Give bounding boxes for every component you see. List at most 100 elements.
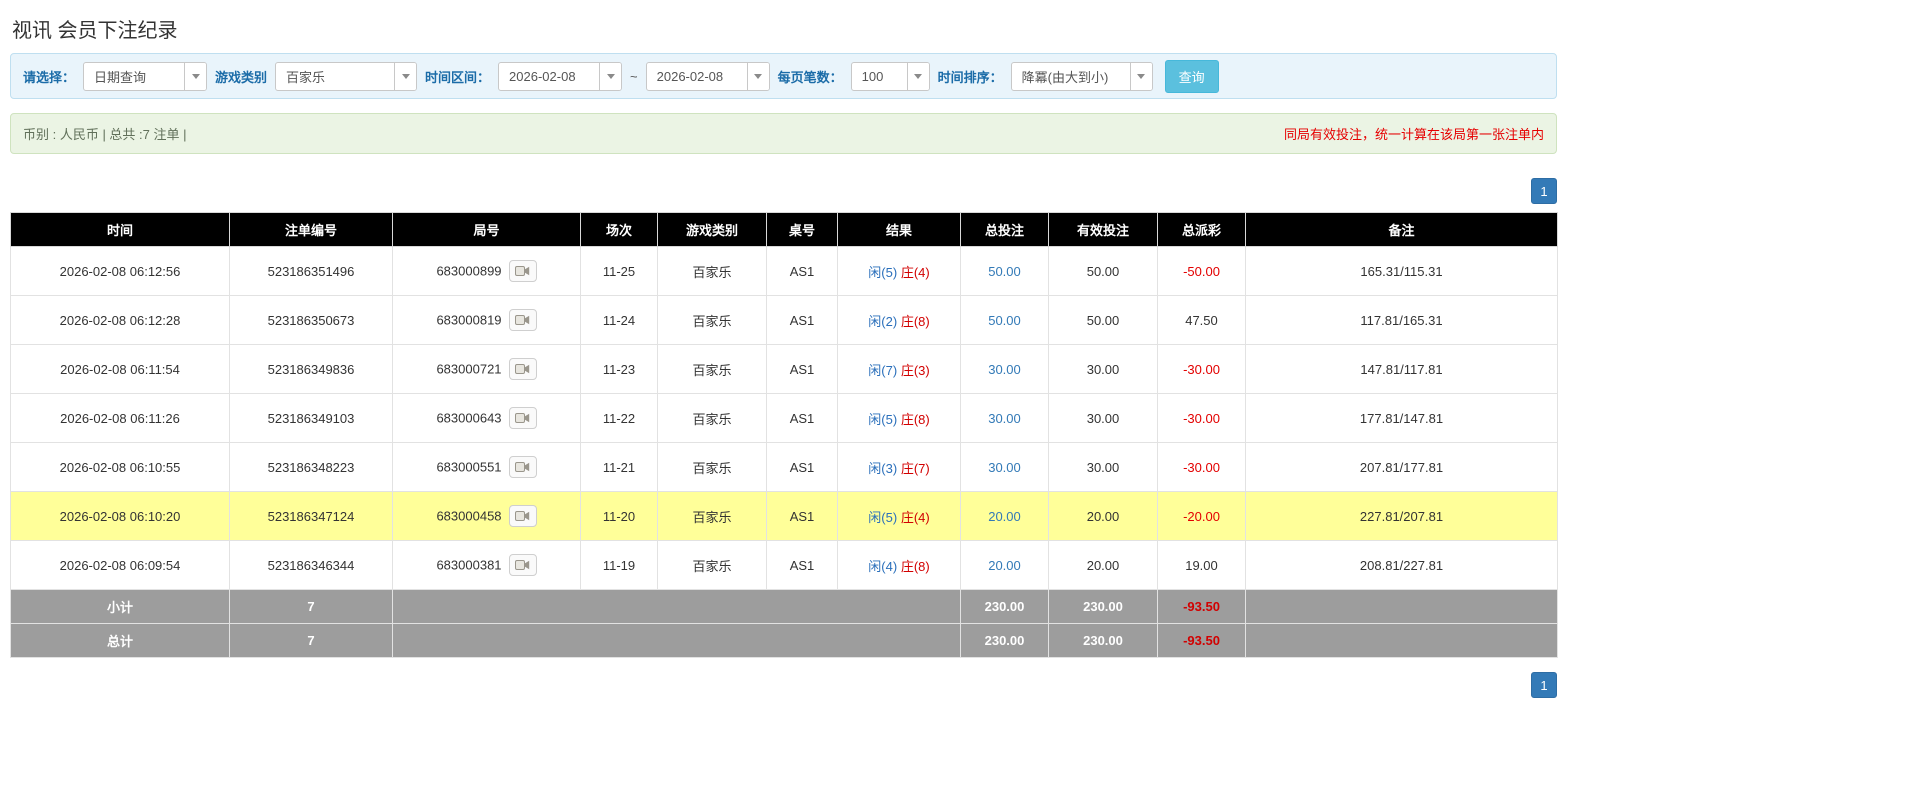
chevron-down-icon[interactable] [907, 63, 929, 90]
cell-table-no: AS1 [767, 296, 838, 345]
cell-note: 165.31/115.31 [1246, 247, 1558, 296]
chevron-down-icon[interactable] [394, 63, 416, 90]
column-header: 备注 [1246, 213, 1558, 247]
page-number-button[interactable]: 1 [1531, 672, 1557, 698]
subtotal-row: 小计 7 230.00 230.00 -93.50 [11, 590, 1558, 624]
cell-bet-id: 523186347124 [230, 492, 393, 541]
subtotal-total-bet: 230.00 [961, 590, 1049, 624]
cell-session: 11-20 [581, 492, 658, 541]
cell-total-bet[interactable]: 30.00 [961, 345, 1049, 394]
page-number-button[interactable]: 1 [1531, 178, 1557, 204]
date-to-select[interactable]: 2026-02-08 [646, 62, 770, 91]
page-size-label: 每页笔数： [778, 67, 843, 86]
video-camera-icon [515, 314, 530, 326]
date-from-value: 2026-02-08 [499, 63, 599, 90]
cell-result: 闲(4) 庄(8) [838, 541, 961, 590]
video-camera-icon [515, 559, 530, 571]
cell-game-type: 百家乐 [658, 492, 767, 541]
cell-note: 227.81/207.81 [1246, 492, 1558, 541]
cell-session: 11-23 [581, 345, 658, 394]
sort-order-value: 降冪(由大到小) [1012, 63, 1130, 90]
result-banker: 庄(8) [901, 314, 930, 329]
cell-time: 2026-02-08 06:11:26 [11, 394, 230, 443]
date-to-value: 2026-02-08 [647, 63, 747, 90]
cell-note: 177.81/147.81 [1246, 394, 1558, 443]
result-banker: 庄(4) [901, 265, 930, 280]
table-row: 2026-02-08 06:11:54 523186349836 6830007… [11, 345, 1558, 394]
cell-total-bet[interactable]: 30.00 [961, 443, 1049, 492]
select-mode-label: 请选择： [23, 67, 75, 86]
video-camera-icon [515, 461, 530, 473]
cell-round-id: 683000381 [393, 541, 581, 590]
cell-time: 2026-02-08 06:10:20 [11, 492, 230, 541]
cell-result: 闲(5) 庄(4) [838, 247, 961, 296]
pagination-top: 1 [10, 178, 1557, 204]
filter-bar: 请选择： 日期查询 游戏类别 百家乐 时间区间： 2026-02-08 ~ 20… [10, 53, 1557, 99]
cell-result: 闲(2) 庄(8) [838, 296, 961, 345]
table-row: 2026-02-08 06:12:56 523186351496 6830008… [11, 247, 1558, 296]
summary-bar: 币别 : 人民币 | 总共 :7 注单 | 同局有效投注，统一计算在该局第一张注… [10, 113, 1557, 154]
column-header: 游戏类别 [658, 213, 767, 247]
query-mode-select[interactable]: 日期查询 [83, 62, 207, 91]
page-title: 视讯 会员下注纪录 [10, 10, 1557, 53]
page-size-select[interactable]: 100 [851, 62, 930, 91]
video-camera-icon [515, 510, 530, 522]
cell-total-payout: -30.00 [1158, 394, 1246, 443]
column-header: 有效投注 [1049, 213, 1158, 247]
video-replay-button[interactable] [509, 358, 537, 380]
cell-round-id: 683000721 [393, 345, 581, 394]
cell-note: 208.81/227.81 [1246, 541, 1558, 590]
chevron-down-icon[interactable] [599, 63, 621, 90]
cell-table-no: AS1 [767, 541, 838, 590]
total-count: 7 [230, 624, 393, 658]
chevron-down-icon[interactable] [184, 63, 206, 90]
total-valid-bet: 230.00 [1049, 624, 1158, 658]
cell-total-payout: -30.00 [1158, 443, 1246, 492]
cell-bet-id: 523186348223 [230, 443, 393, 492]
cell-time: 2026-02-08 06:11:54 [11, 345, 230, 394]
sort-order-select[interactable]: 降冪(由大到小) [1011, 62, 1153, 91]
video-camera-icon [515, 265, 530, 277]
cell-total-bet[interactable]: 20.00 [961, 492, 1049, 541]
video-replay-button[interactable] [509, 554, 537, 576]
cell-game-type: 百家乐 [658, 296, 767, 345]
cell-game-type: 百家乐 [658, 443, 767, 492]
round-id-text: 683000551 [436, 460, 501, 475]
subtotal-count: 7 [230, 590, 393, 624]
cell-valid-bet: 20.00 [1049, 492, 1158, 541]
cell-session: 11-25 [581, 247, 658, 296]
cell-game-type: 百家乐 [658, 394, 767, 443]
result-player: 闲(7) [868, 363, 897, 378]
chevron-down-icon[interactable] [747, 63, 769, 90]
cell-table-no: AS1 [767, 345, 838, 394]
game-type-select[interactable]: 百家乐 [275, 62, 417, 91]
cell-total-bet[interactable]: 20.00 [961, 541, 1049, 590]
cell-total-bet[interactable]: 50.00 [961, 247, 1049, 296]
table-body: 2026-02-08 06:12:56 523186351496 6830008… [11, 247, 1558, 590]
table-row: 2026-02-08 06:11:26 523186349103 6830006… [11, 394, 1558, 443]
cell-total-bet[interactable]: 50.00 [961, 296, 1049, 345]
search-button[interactable]: 查询 [1165, 60, 1219, 93]
date-from-select[interactable]: 2026-02-08 [498, 62, 622, 91]
cell-time: 2026-02-08 06:09:54 [11, 541, 230, 590]
cell-session: 11-24 [581, 296, 658, 345]
video-replay-button[interactable] [509, 407, 537, 429]
column-header: 场次 [581, 213, 658, 247]
cell-valid-bet: 30.00 [1049, 394, 1158, 443]
chevron-down-icon[interactable] [1130, 63, 1152, 90]
cell-table-no: AS1 [767, 247, 838, 296]
sort-order-label: 时间排序： [938, 67, 1003, 86]
result-banker: 庄(8) [901, 559, 930, 574]
video-replay-button[interactable] [509, 505, 537, 527]
video-replay-button[interactable] [509, 456, 537, 478]
cell-valid-bet: 30.00 [1049, 443, 1158, 492]
cell-total-payout: 47.50 [1158, 296, 1246, 345]
cell-total-bet[interactable]: 30.00 [961, 394, 1049, 443]
column-header: 桌号 [767, 213, 838, 247]
video-replay-button[interactable] [509, 309, 537, 331]
video-replay-button[interactable] [509, 260, 537, 282]
cell-bet-id: 523186349103 [230, 394, 393, 443]
result-player: 闲(3) [868, 461, 897, 476]
cell-bet-id: 523186349836 [230, 345, 393, 394]
cell-result: 闲(5) 庄(8) [838, 394, 961, 443]
